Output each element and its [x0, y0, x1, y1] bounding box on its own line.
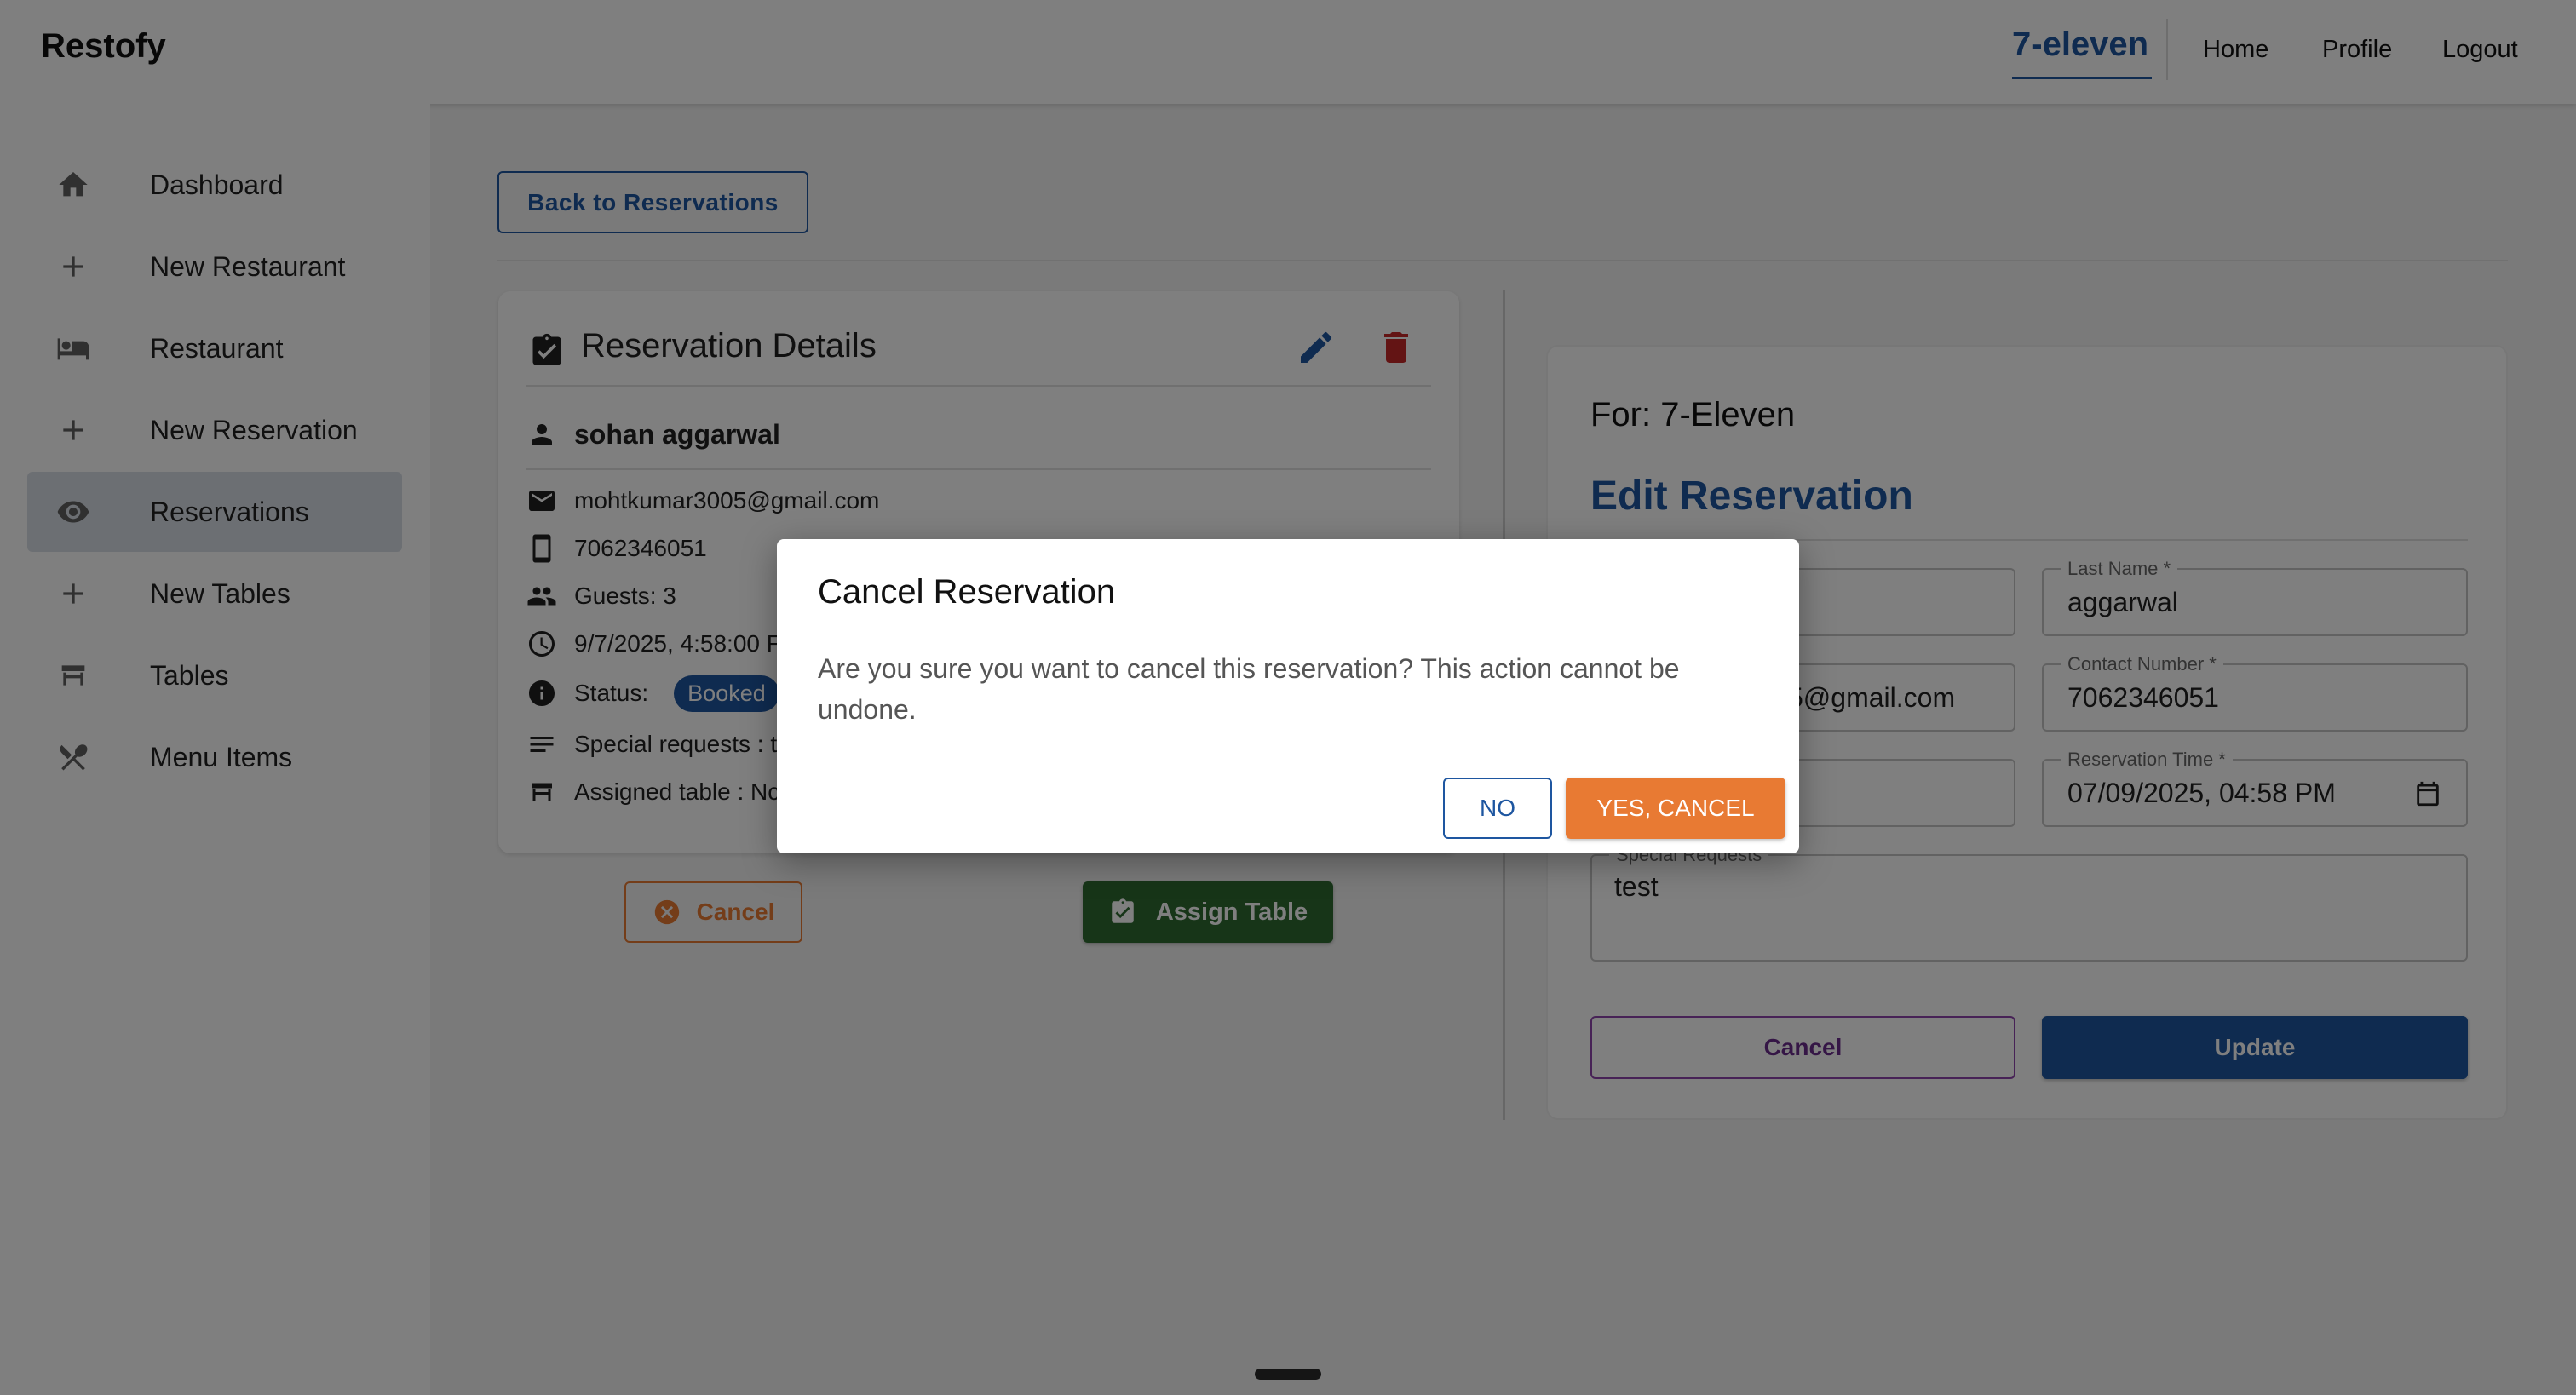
- cancel-reservation-dialog: Cancel Reservation Are you sure you want…: [777, 539, 1799, 853]
- dialog-message: Are you sure you want to cancel this res…: [818, 653, 1680, 725]
- yes-cancel-button[interactable]: YES, CANCEL: [1566, 778, 1785, 839]
- dialog-title: Cancel Reservation: [818, 573, 1116, 611]
- no-button[interactable]: NO: [1443, 778, 1552, 839]
